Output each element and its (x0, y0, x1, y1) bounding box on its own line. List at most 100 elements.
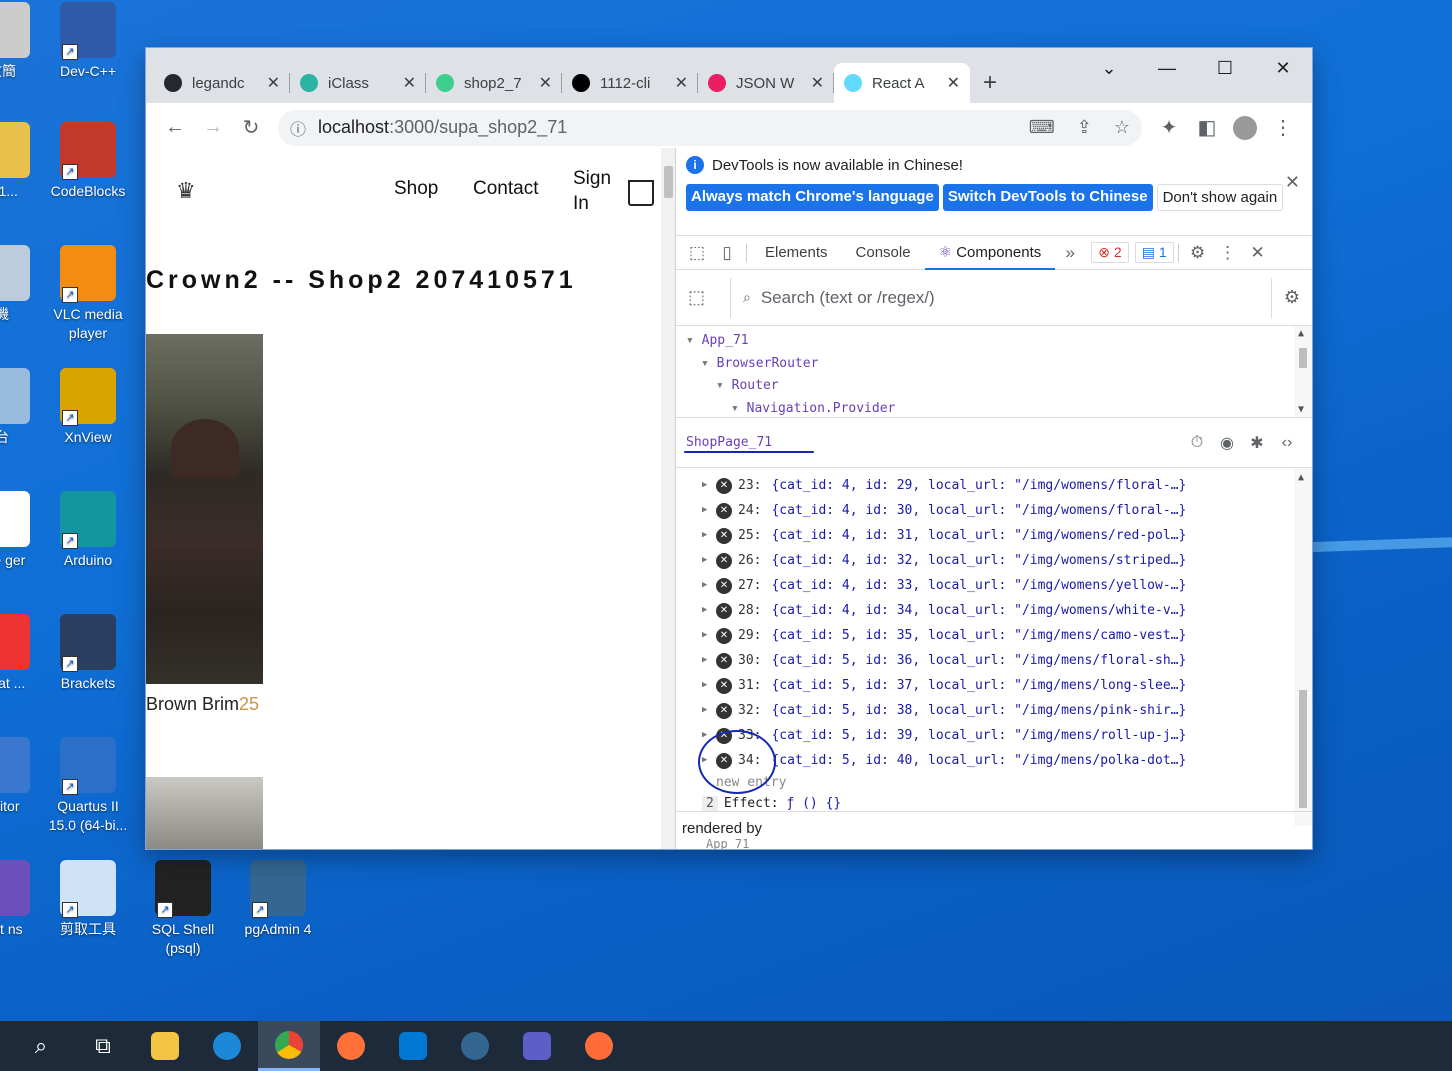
expand-triangle-icon[interactable]: ▶ (702, 473, 716, 498)
desktop-icon[interactable]: ↗ pgAdmin 4 (236, 860, 320, 939)
tab-close-icon[interactable]: ✕ (947, 73, 960, 93)
desktop-icon[interactable]: ↗ XnView (46, 368, 130, 447)
device-toggle-icon[interactable]: ▯ (712, 243, 742, 263)
tab-search-chevron-icon[interactable]: ⌄ (1080, 48, 1138, 88)
desktop-icon[interactable]: ↗ VLC media player (46, 245, 130, 343)
desktop-icon[interactable]: ↗ Brackets (46, 614, 130, 693)
tab-close-icon[interactable]: ✕ (403, 73, 416, 93)
desktop-icon[interactable]: ↗ SQL Shell (psql) (141, 860, 225, 958)
component-search-input[interactable]: Search (text or /regex/) (761, 288, 1259, 308)
delete-entry-icon[interactable]: ✕ (716, 702, 732, 719)
expand-triangle-icon[interactable]: ▶ (702, 698, 716, 723)
state-entry-row[interactable]: ▶ ✕ 31: {cat_id: 5, id: 37, local_url: "/im… (676, 673, 1312, 698)
inspect-dom-eye-icon[interactable]: ◉ (1212, 433, 1242, 453)
tree-scroll-thumb[interactable] (1299, 348, 1307, 368)
message-count-badge[interactable]: ▤ 1 (1134, 242, 1174, 263)
page-scrollbar[interactable] (661, 148, 675, 849)
more-tabs-icon[interactable]: » (1055, 243, 1085, 263)
desktop-icon[interactable]: ↗ File ger (0, 491, 44, 570)
entries-scroll-thumb[interactable] (1299, 690, 1307, 808)
tab-close-icon[interactable]: ✕ (811, 73, 824, 93)
translate-icon[interactable]: ⌨ (1029, 117, 1055, 138)
expand-triangle-icon[interactable]: ▶ (702, 548, 716, 573)
desktop-icon[interactable]: ↗ CodeBlocks (46, 122, 130, 201)
crown-logo-icon[interactable]: ♛ (176, 178, 196, 204)
view-source-icon[interactable]: ‹› (1272, 434, 1302, 452)
nav-contact-link[interactable]: Contact (473, 178, 538, 200)
browser-tab[interactable]: JSON W ✕ (698, 63, 834, 103)
cart-icon[interactable] (628, 180, 654, 206)
expand-triangle-icon[interactable]: ▶ (702, 648, 716, 673)
state-entry-row[interactable]: ▶ ✕ 25: {cat_id: 4, id: 31, local_url: "/im… (676, 523, 1312, 548)
delete-entry-icon[interactable]: ✕ (716, 652, 732, 669)
devtools-menu-kebab-icon[interactable]: ⋮ (1213, 243, 1243, 263)
delete-entry-icon[interactable]: ✕ (716, 627, 732, 644)
expand-triangle-icon[interactable]: ▶ (702, 673, 716, 698)
components-settings-gear-icon[interactable]: ⚙ (1284, 287, 1300, 308)
scroll-down-arrow-icon[interactable]: ▼ (1298, 404, 1304, 415)
back-button[interactable]: ← (156, 109, 194, 147)
dont-show-again-button[interactable]: Don't show again (1156, 184, 1284, 211)
state-entry-row[interactable]: ▶ ✕ 28: {cat_id: 4, id: 34, local_url: "/im… (676, 598, 1312, 623)
entries-scrollbar[interactable]: ▲ (1294, 468, 1312, 826)
browser-tab[interactable]: shop2_7 ✕ (426, 63, 562, 103)
close-devtools-icon[interactable]: ✕ (1243, 243, 1273, 263)
tab-close-icon[interactable]: ✕ (539, 73, 552, 93)
expand-triangle-icon[interactable]: ▶ (702, 623, 716, 648)
site-info-icon[interactable]: ⓘ (290, 116, 306, 140)
address-bar[interactable]: ⓘ localhost:3000/supa_shop2_71 ⌨ ⇪ ☆ (278, 109, 1142, 146)
desktop-icon[interactable]: ↗機 (0, 245, 44, 324)
error-count-badge[interactable]: ⊗ 2 (1091, 242, 1129, 263)
forward-button[interactable]: → (194, 109, 232, 147)
delete-entry-icon[interactable]: ✕ (716, 527, 732, 544)
delete-entry-icon[interactable]: ✕ (716, 677, 732, 694)
firefox-icon[interactable] (320, 1021, 382, 1071)
browser-tab[interactable]: legandc ✕ (154, 63, 290, 103)
product-image-brown-brim[interactable] (146, 334, 263, 684)
tree-node[interactable]: App_71 (676, 330, 1312, 353)
tree-node[interactable]: BrowserRouter (676, 353, 1312, 376)
switch-chinese-button[interactable]: Switch DevTools to Chinese (942, 184, 1153, 211)
browser-tab[interactable]: 1112-cli ✕ (562, 63, 698, 103)
tree-node[interactable]: Navigation.Provider (676, 398, 1312, 421)
share-icon[interactable]: ⇪ (1077, 117, 1092, 138)
state-entry-row[interactable]: ▶ ✕ 29: {cat_id: 5, id: 35, local_url: "/im… (676, 623, 1312, 648)
reload-button[interactable]: ↻ (232, 109, 270, 147)
desktop-icon[interactable]: ↗ 2-1... (0, 122, 44, 201)
desktop-icon[interactable]: ↗ Quartus II 15.0 (64-bi... (46, 737, 130, 835)
delete-entry-icon[interactable]: ✕ (716, 502, 732, 519)
nav-signin-link[interactable]: Sign In (573, 166, 611, 216)
desktop-icon[interactable]: ↗ Dev-C++ (46, 2, 130, 81)
desktop-icon[interactable]: ↗ Arduino (46, 491, 130, 570)
page-scroll-thumb[interactable] (664, 166, 673, 198)
nav-shop-link[interactable]: Shop (394, 178, 438, 200)
browser-tab[interactable]: React A ✕ (834, 63, 970, 103)
delete-entry-icon[interactable]: ✕ (716, 602, 732, 619)
suspend-timer-icon[interactable]: ⏱ (1182, 434, 1212, 452)
task-view-icon[interactable]: ⧉ (72, 1021, 134, 1071)
edge-icon[interactable] (196, 1021, 258, 1071)
delete-entry-icon[interactable]: ✕ (716, 552, 732, 569)
side-panel-icon[interactable]: ◧ (1188, 109, 1226, 147)
profile-avatar[interactable] (1226, 109, 1264, 147)
tab-close-icon[interactable]: ✕ (267, 73, 280, 93)
inspect-element-icon[interactable]: ⬚ (682, 243, 712, 263)
tab-console[interactable]: Console (842, 236, 925, 270)
product-image-next[interactable] (146, 777, 263, 849)
state-entry-row[interactable]: ▶ ✕ 24: {cat_id: 4, id: 30, local_url: "/im… (676, 498, 1312, 523)
tab-close-icon[interactable]: ✕ (675, 73, 688, 93)
minimize-button[interactable]: — (1138, 48, 1196, 88)
expand-triangle-icon[interactable]: ▶ (702, 523, 716, 548)
desktop-icon[interactable]: ↗ 收簡 (0, 2, 44, 81)
chrome-icon[interactable] (258, 1021, 320, 1071)
tab-components[interactable]: ⚛ Components (924, 236, 1056, 270)
delete-entry-icon[interactable]: ✕ (716, 477, 732, 494)
bookmark-star-icon[interactable]: ☆ (1114, 117, 1130, 138)
entries-scroll-up-icon[interactable]: ▲ (1298, 472, 1304, 483)
close-window-button[interactable]: ✕ (1254, 48, 1312, 88)
state-entry-row[interactable]: ▶ ✕ 33: {cat_id: 5, id: 39, local_url: "/im… (676, 723, 1312, 748)
close-infobar-icon[interactable]: ✕ (1285, 172, 1300, 193)
desktop-icon[interactable]: ↗ 剪取工具 (46, 860, 130, 939)
match-language-button[interactable]: Always match Chrome's language (686, 184, 939, 211)
desktop-icon[interactable]: ↗ soft ns (0, 860, 44, 939)
